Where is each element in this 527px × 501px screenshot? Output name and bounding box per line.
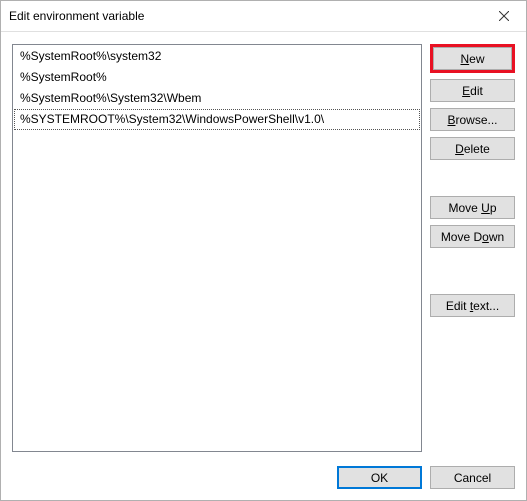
path-listbox[interactable]: %SystemRoot%\system32%SystemRoot%%System…: [12, 44, 422, 452]
list-item[interactable]: %SystemRoot%: [14, 67, 420, 88]
dialog-window: Edit environment variable %SystemRoot%\s…: [0, 0, 527, 501]
button-column: New Edit Browse... Delete Move Up: [430, 44, 515, 452]
move-down-button[interactable]: Move Down: [430, 225, 515, 248]
list-item[interactable]: %SystemRoot%\system32: [14, 46, 420, 67]
ok-button[interactable]: OK: [337, 466, 422, 489]
window-title: Edit environment variable: [9, 9, 481, 23]
dialog-footer: OK Cancel: [12, 452, 515, 489]
list-item[interactable]: %SystemRoot%\System32\Wbem: [14, 88, 420, 109]
titlebar: Edit environment variable: [1, 1, 526, 32]
close-icon: [499, 11, 509, 21]
new-button-highlight: New: [430, 44, 515, 73]
main-row: %SystemRoot%\system32%SystemRoot%%System…: [12, 44, 515, 452]
edit-text-button[interactable]: Edit text...: [430, 294, 515, 317]
delete-button[interactable]: Delete: [430, 137, 515, 160]
move-up-button[interactable]: Move Up: [430, 196, 515, 219]
client-area: %SystemRoot%\system32%SystemRoot%%System…: [1, 32, 526, 500]
edit-button[interactable]: Edit: [430, 79, 515, 102]
new-button[interactable]: New: [433, 47, 512, 70]
list-item[interactable]: %SYSTEMROOT%\System32\WindowsPowerShell\…: [14, 109, 420, 130]
cancel-button[interactable]: Cancel: [430, 466, 515, 489]
browse-button[interactable]: Browse...: [430, 108, 515, 131]
close-button[interactable]: [481, 2, 526, 31]
